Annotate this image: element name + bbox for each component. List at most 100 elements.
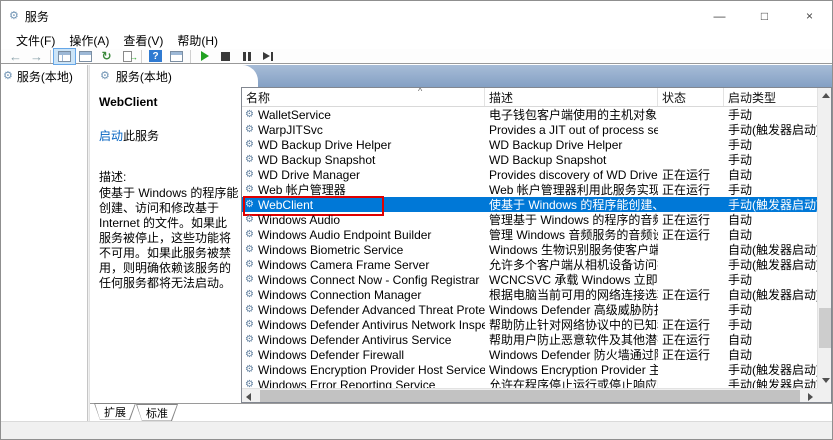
stop-icon — [221, 52, 230, 61]
show-console-tree-button[interactable] — [54, 49, 75, 64]
vertical-scrollbar[interactable] — [817, 88, 831, 388]
window-title: 服务 — [25, 8, 49, 25]
service-description-cell: 电子钱包客户端使用的主机对象 — [485, 107, 658, 123]
service-gear-icon: ⚙ — [245, 140, 254, 150]
console-tree-pane: ⚙ 服务(本地) — [1, 65, 87, 421]
service-row[interactable]: ⚙ Windows Defender Antivirus Network Ins… — [242, 317, 817, 332]
service-row[interactable]: ⚙ Web 帐户管理器 Web 帐户管理器利用此服务实现应用和服... 正在运行… — [242, 182, 817, 197]
service-gear-icon: ⚙ — [245, 365, 254, 375]
service-row[interactable]: ⚙ Windows Connection Manager 根据电脑当前可用的网络… — [242, 287, 817, 302]
service-row[interactable]: ⚙ WebClient 使基于 Windows 的程序能创建、访问和修... 手… — [242, 197, 817, 212]
toolbar-separator — [190, 50, 191, 63]
service-row[interactable]: ⚙ WD Backup Drive Helper WD Backup Drive… — [242, 137, 817, 152]
scroll-up-icon[interactable] — [822, 93, 830, 98]
selected-service-name: WebClient — [99, 95, 235, 109]
column-header-description[interactable]: 描述 — [485, 88, 658, 106]
service-gear-icon: ⚙ — [245, 245, 254, 255]
start-service-link[interactable]: 启动 — [99, 129, 123, 143]
horizontal-scroll-thumb[interactable] — [260, 390, 800, 402]
service-rows: ⚙ WalletService 电子钱包客户端使用的主机对象 手动 ⚙ Warp… — [242, 107, 817, 388]
column-header-startup-type[interactable]: 启动类型 — [724, 88, 819, 106]
service-name: Windows Encryption Provider Host Service — [258, 363, 485, 377]
column-header-status[interactable]: 状态 — [658, 88, 724, 106]
tree-item-services-local[interactable]: ⚙ 服务(本地) — [1, 65, 87, 88]
menu-file[interactable]: 文件(F) — [9, 32, 62, 49]
menu-bar: 文件(F) 操作(A) 查看(V) 帮助(H) — [1, 31, 832, 49]
service-name: Windows Audio — [258, 213, 340, 227]
export-list-button[interactable] — [117, 49, 138, 64]
service-name: WalletService — [258, 108, 331, 122]
services-pane: ⚙ 服务(本地) WebClient 启动此服务 描述: 使基于 Windows… — [90, 65, 832, 421]
services-gear-icon: ⚙ — [3, 71, 13, 82]
service-row[interactable]: ⚙ Windows Audio Endpoint Builder 管理 Wind… — [242, 227, 817, 242]
service-row[interactable]: ⚙ Windows Defender Antivirus Service 帮助用… — [242, 332, 817, 347]
scroll-right-icon[interactable] — [808, 393, 813, 401]
service-name: Windows Connection Manager — [258, 288, 421, 302]
service-gear-icon: ⚙ — [245, 320, 254, 330]
service-gear-icon: ⚙ — [245, 275, 254, 285]
maximize-button[interactable]: □ — [742, 1, 787, 31]
toolbar-separator — [141, 50, 142, 63]
main-area: ⚙ 服务(本地) ⚙ 服务(本地) WebClient 启动此服务 描述: — [1, 65, 832, 421]
service-row[interactable]: ⚙ WD Backup Snapshot WD Backup Snapshot … — [242, 152, 817, 167]
service-gear-icon: ⚙ — [245, 200, 254, 210]
service-row[interactable]: ⚙ Windows Audio 管理基于 Windows 的程序的音频。如果此.… — [242, 212, 817, 227]
scroll-down-icon[interactable] — [822, 378, 830, 383]
vertical-scroll-thumb[interactable] — [819, 308, 831, 348]
close-button[interactable]: × — [787, 1, 832, 31]
description-label: 描述: — [99, 168, 235, 185]
service-startup-type-cell: 手动(触发器启动) — [724, 376, 817, 388]
pause-service-button[interactable] — [236, 49, 257, 64]
menu-view[interactable]: 查看(V) — [116, 32, 170, 49]
stop-service-button[interactable] — [215, 49, 236, 64]
back-button[interactable]: ← — [5, 49, 26, 64]
help-icon: ? — [149, 50, 162, 62]
service-status-cell: 正在运行 — [658, 286, 724, 303]
show-action-pane-button[interactable] — [166, 49, 187, 64]
properties-icon — [79, 51, 92, 62]
menu-action[interactable]: 操作(A) — [62, 32, 116, 49]
service-status-cell: 正在运行 — [658, 181, 724, 198]
service-gear-icon: ⚙ — [245, 230, 254, 240]
export-list-icon — [123, 51, 132, 62]
scroll-left-icon[interactable] — [246, 393, 251, 401]
service-row[interactable]: ⚙ WalletService 电子钱包客户端使用的主机对象 手动 — [242, 107, 817, 122]
forward-button[interactable]: → — [26, 49, 47, 64]
horizontal-scrollbar[interactable] — [242, 388, 817, 402]
tab-extended[interactable]: 扩展 — [94, 403, 136, 420]
column-header-name[interactable]: 名称 ^ — [242, 88, 485, 106]
service-name: WD Backup Snapshot — [258, 153, 375, 167]
restart-service-button[interactable] — [257, 49, 278, 64]
start-service-button[interactable] — [194, 49, 215, 64]
service-row[interactable]: ⚙ Windows Error Reporting Service 允许在程序停… — [242, 377, 817, 388]
status-bar — [1, 421, 832, 439]
title-bar: ⚙ 服务 — □ × — [1, 1, 832, 31]
service-gear-icon: ⚙ — [245, 215, 254, 225]
service-row[interactable]: ⚙ WarpJITSvc Provides a JIT out of proce… — [242, 122, 817, 137]
service-gear-icon: ⚙ — [245, 155, 254, 165]
back-icon: ← — [9, 50, 22, 63]
service-row[interactable]: ⚙ Windows Defender Firewall Windows Defe… — [242, 347, 817, 362]
service-gear-icon: ⚙ — [245, 170, 254, 180]
help-button[interactable]: ? — [145, 49, 166, 64]
service-gear-icon: ⚙ — [245, 260, 254, 270]
properties-button[interactable] — [75, 49, 96, 64]
service-row[interactable]: ⚙ Windows Connect Now - Config Registrar… — [242, 272, 817, 287]
tab-standard[interactable]: 标准 — [136, 404, 178, 421]
minimize-button[interactable]: — — [697, 1, 742, 31]
service-row[interactable]: ⚙ Windows Encryption Provider Host Servi… — [242, 362, 817, 377]
service-row[interactable]: ⚙ Windows Biometric Service Windows 生物识别… — [242, 242, 817, 257]
service-description-cell: WD Backup Drive Helper — [485, 138, 658, 152]
service-row[interactable]: ⚙ Windows Camera Frame Server 允许多个客户端从相机… — [242, 257, 817, 272]
service-name: Windows Audio Endpoint Builder — [258, 228, 431, 242]
sort-ascending-icon: ^ — [418, 87, 422, 96]
toolbar: ← → ↻ ? — [1, 49, 832, 64]
service-row[interactable]: ⚙ Windows Defender Advanced Threat Prote… — [242, 302, 817, 317]
refresh-icon: ↻ — [101, 50, 111, 62]
menu-help[interactable]: 帮助(H) — [170, 32, 225, 49]
service-row[interactable]: ⚙ WD Drive Manager Provides discovery of… — [242, 167, 817, 182]
refresh-button[interactable]: ↻ — [96, 49, 117, 64]
forward-icon: → — [30, 50, 43, 63]
pane-header-band: ⚙ 服务(本地) — [90, 65, 832, 87]
service-description-cell: 允许在程序停止运行或停止响应时报告错误... — [485, 376, 658, 388]
